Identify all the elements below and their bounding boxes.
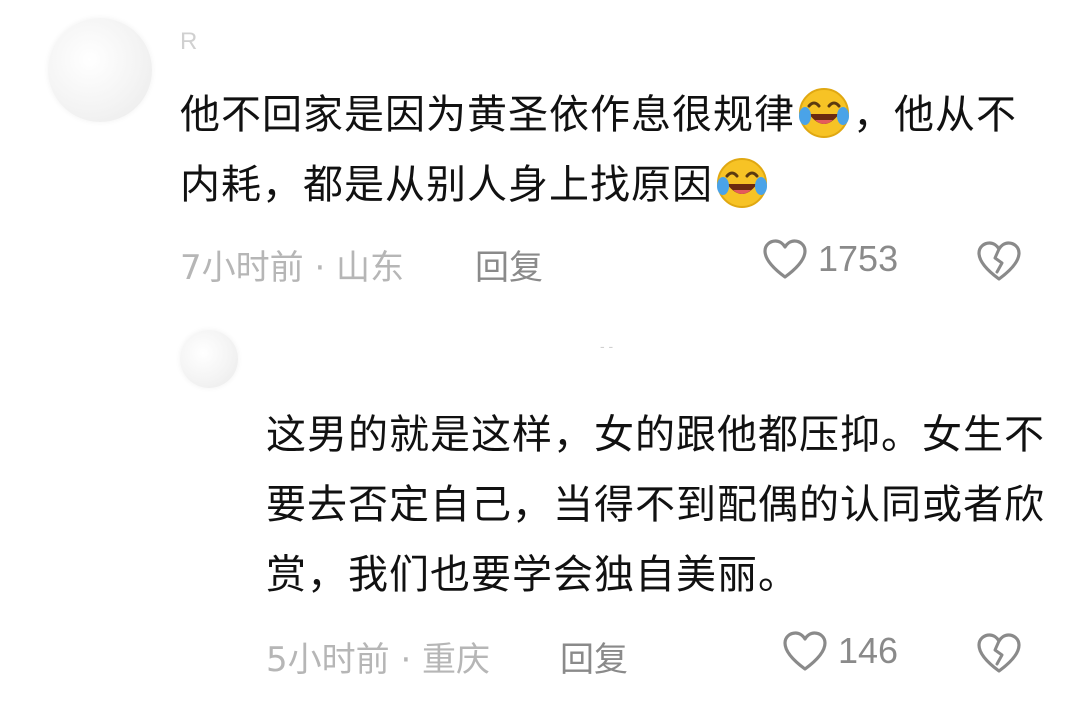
comment-time-location: 5小时前 · 重庆 <box>266 640 491 680</box>
like-count: 1753 <box>818 238 899 279</box>
like-count: 146 <box>838 630 899 671</box>
heart-outline-icon <box>763 239 807 279</box>
dislike-button[interactable] <box>976 632 1022 678</box>
comment-text-part1: 他不回家是因为黄圣依作息很规律 <box>180 92 795 138</box>
comment-text: 他不回家是因为黄圣依作息很规律 ，他从不内耗，都是从别人身上找原因 <box>180 80 1040 220</box>
avatar[interactable] <box>48 18 152 122</box>
comment-time-location: 7小时前 · 山东 <box>180 248 405 288</box>
laughing-crying-emoji-icon <box>799 88 849 138</box>
username[interactable]: R <box>180 28 197 56</box>
username[interactable]: - - <box>600 338 613 354</box>
comment-2: - - 这男的就是这样，女的跟他都压抑。女生不要去否定自己，当得不到配偶的认同或… <box>0 318 1080 703</box>
reply-button[interactable]: 回复 <box>560 632 628 681</box>
comment-text: 这男的就是这样，女的跟他都压抑。女生不要去否定自己，当得不到配偶的认同或者欣赏，… <box>266 412 1045 598</box>
comment-1: R 他不回家是因为黄圣依作息很规律 ，他从不内耗，都是从别人身上找原因 7小时前… <box>0 0 1080 300</box>
dislike-button[interactable] <box>976 240 1022 286</box>
heart-outline-icon <box>783 631 827 671</box>
avatar[interactable] <box>180 330 238 388</box>
broken-heart-icon <box>977 241 1021 281</box>
reply-button[interactable]: 回复 <box>475 240 543 289</box>
broken-heart-icon <box>977 633 1021 673</box>
laughing-crying-emoji-icon <box>717 158 767 208</box>
like-button[interactable]: 1753 <box>762 238 898 280</box>
like-button[interactable]: 146 <box>782 630 898 672</box>
